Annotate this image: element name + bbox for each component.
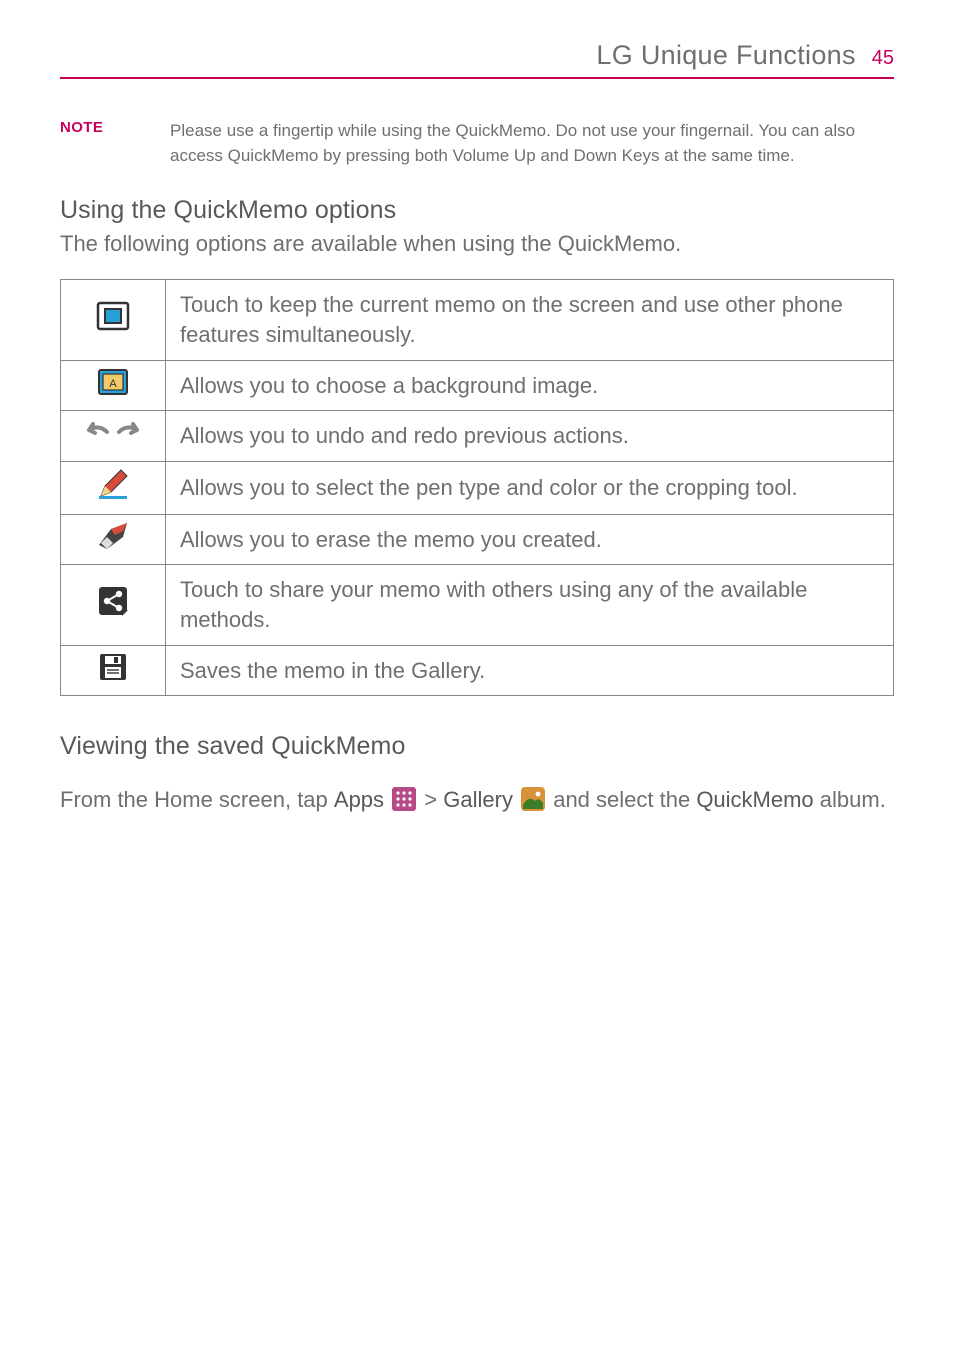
apps-grid-icon [392,787,416,820]
text-fragment: From the Home screen, tap [60,787,334,812]
option-desc: Allows you to undo and redo previous act… [166,411,894,462]
icon-cell [61,565,166,645]
undo-redo-icon [83,420,143,452]
svg-text:A: A [109,378,117,390]
icon-cell [61,411,166,462]
note-text: Please use a fingertip while using the Q… [170,119,894,168]
table-row: Allows you to select the pen type and co… [61,462,894,515]
view-heading: Viewing the saved QuickMemo [60,732,894,761]
options-table: Touch to keep the current memo on the sc… [60,279,894,696]
table-row: Touch to share your memo with others usi… [61,565,894,645]
table-row: Touch to keep the current memo on the sc… [61,280,894,360]
table-row: Saves the memo in the Gallery. [61,645,894,696]
apps-label: Apps [334,787,384,812]
option-desc: Touch to share your memo with others usi… [166,565,894,645]
text-fragment: > [424,787,443,812]
options-heading: Using the QuickMemo options [60,196,894,225]
option-desc: Allows you to select the pen type and co… [166,462,894,515]
option-desc: Touch to keep the current memo on the sc… [166,280,894,360]
eraser-icon [97,521,129,559]
album-name: QuickMemo [696,787,813,812]
view-steps: From the Home screen, tap Apps > Gallery… [60,783,894,820]
text-fragment: and select the [553,787,696,812]
table-row: Allows you to erase the memo you created… [61,514,894,565]
note-label: NOTE [60,119,170,168]
background-image-icon: A [98,369,128,403]
document-page: LG Unique Functions 45 NOTE Please use a… [0,0,954,882]
page-number: 45 [872,47,894,70]
gallery-icon [521,787,545,820]
save-icon [99,653,127,689]
icon-cell [61,280,166,360]
gallery-label: Gallery [443,787,513,812]
icon-cell: A [61,360,166,411]
icon-cell [61,462,166,515]
pen-icon [97,468,129,508]
text-fragment: album. [814,787,886,812]
icon-cell [61,514,166,565]
note-block: NOTE Please use a fingertip while using … [60,119,894,168]
option-desc: Saves the memo in the Gallery. [166,645,894,696]
table-row: A Allows you to choose a background imag… [61,360,894,411]
share-icon [98,586,128,624]
page-header: LG Unique Functions 45 [60,40,894,79]
header-title: LG Unique Functions [596,40,855,71]
table-row: Allows you to undo and redo previous act… [61,411,894,462]
overlay-window-icon [96,301,130,339]
options-intro: The following options are available when… [60,231,894,257]
icon-cell [61,645,166,696]
option-desc: Allows you to choose a background image. [166,360,894,411]
option-desc: Allows you to erase the memo you created… [166,514,894,565]
